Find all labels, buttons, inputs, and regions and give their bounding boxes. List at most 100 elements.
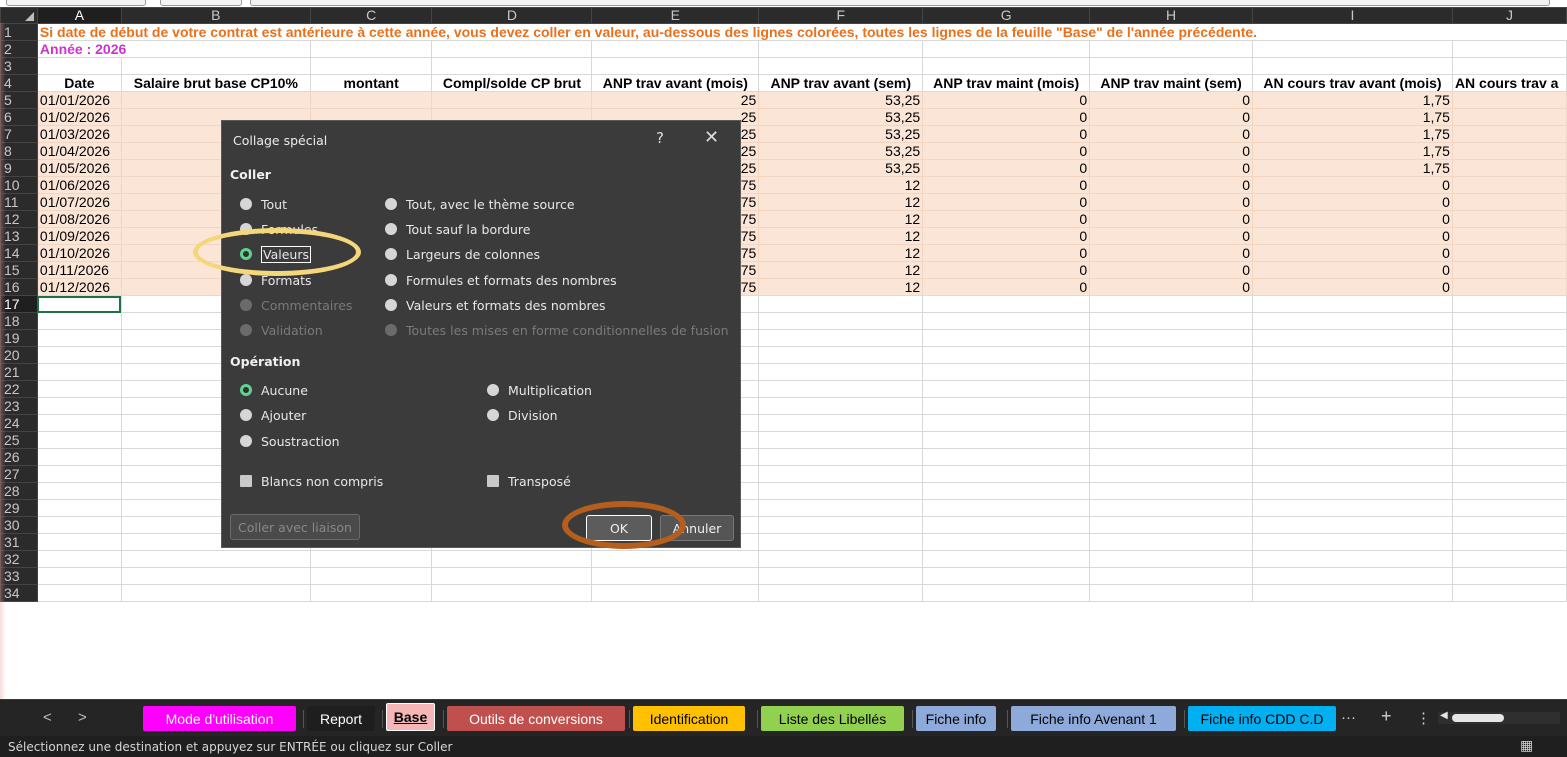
an-cours-avant-mois-cell[interactable]: 0 bbox=[1252, 261, 1453, 279]
cell[interactable] bbox=[309, 91, 433, 109]
tab-options-icon[interactable]: ⋮ bbox=[1416, 709, 1431, 727]
cell[interactable] bbox=[1252, 550, 1453, 568]
column-header-b[interactable]: B bbox=[120, 7, 311, 24]
header-cell-anp-avant-sem[interactable]: ANP trav avant (sem) bbox=[758, 74, 924, 92]
an-cours-avant-mois-cell[interactable]: 0 bbox=[1252, 278, 1453, 296]
cell[interactable] bbox=[922, 380, 1091, 398]
cell[interactable] bbox=[309, 550, 433, 568]
cell[interactable] bbox=[1451, 499, 1567, 517]
anp-maint-sem-cell[interactable]: 0 bbox=[1089, 210, 1254, 228]
cell[interactable] bbox=[36, 499, 122, 517]
row-header[interactable]: 31 bbox=[0, 533, 38, 551]
cell[interactable] bbox=[431, 550, 593, 568]
cell[interactable] bbox=[1089, 465, 1254, 483]
cell[interactable] bbox=[758, 329, 924, 347]
cell[interactable] bbox=[36, 57, 122, 75]
cell[interactable] bbox=[1451, 91, 1567, 109]
cell[interactable] bbox=[758, 567, 924, 585]
sheet-tab-4[interactable]: Outils de conversions bbox=[447, 706, 625, 731]
cell[interactable] bbox=[922, 567, 1091, 585]
cell[interactable] bbox=[431, 584, 593, 602]
cell[interactable] bbox=[431, 57, 593, 75]
ribbon-control[interactable] bbox=[6, 0, 146, 6]
anp-avant-sem-cell[interactable]: 53,25 bbox=[758, 108, 924, 126]
cancel-button[interactable]: Annuler bbox=[660, 515, 734, 541]
scroll-left-icon[interactable]: ◀ bbox=[1440, 710, 1448, 721]
row-header[interactable]: 29 bbox=[0, 499, 38, 517]
cell[interactable] bbox=[1451, 210, 1567, 228]
row-header[interactable]: 13 bbox=[0, 227, 38, 245]
cell[interactable] bbox=[1089, 482, 1254, 500]
cell[interactable] bbox=[120, 567, 311, 585]
row-header[interactable]: 34 bbox=[0, 584, 38, 602]
cell[interactable] bbox=[120, 57, 311, 75]
date-cell[interactable]: 01/04/2026 bbox=[36, 142, 122, 160]
cell[interactable] bbox=[758, 346, 924, 364]
cell[interactable] bbox=[36, 363, 122, 381]
cell[interactable] bbox=[922, 312, 1091, 330]
row-header[interactable]: 28 bbox=[0, 482, 38, 500]
cell[interactable] bbox=[922, 397, 1091, 415]
cell[interactable] bbox=[1252, 346, 1453, 364]
cell[interactable] bbox=[1451, 125, 1567, 143]
row-header[interactable]: 21 bbox=[0, 363, 38, 381]
an-cours-avant-mois-cell[interactable]: 1,75 bbox=[1252, 91, 1453, 109]
cell[interactable] bbox=[36, 431, 122, 449]
radio-formats[interactable]: Formats bbox=[240, 271, 312, 289]
cell[interactable] bbox=[120, 550, 311, 568]
cell[interactable] bbox=[758, 295, 924, 313]
anp-avant-sem-cell[interactable]: 12 bbox=[758, 278, 924, 296]
close-icon[interactable]: ✕ bbox=[704, 127, 719, 148]
cell[interactable] bbox=[431, 40, 593, 58]
sheet-tab-2[interactable]: Report bbox=[307, 706, 375, 731]
cell[interactable] bbox=[758, 533, 924, 551]
cell[interactable] bbox=[36, 516, 122, 534]
row-header[interactable]: 25 bbox=[0, 431, 38, 449]
date-cell[interactable]: 01/01/2026 bbox=[36, 91, 122, 109]
anp-maint-mois-cell[interactable]: 0 bbox=[922, 125, 1091, 143]
anp-maint-sem-cell[interactable]: 0 bbox=[1089, 193, 1254, 211]
radio-ajouter[interactable]: Ajouter bbox=[240, 406, 306, 424]
cell[interactable] bbox=[591, 584, 760, 602]
cell[interactable] bbox=[1252, 312, 1453, 330]
cell[interactable] bbox=[1252, 465, 1453, 483]
cell[interactable] bbox=[1089, 380, 1254, 398]
cell[interactable] bbox=[1252, 431, 1453, 449]
row-header[interactable]: 8 bbox=[0, 142, 38, 160]
row-header[interactable]: 12 bbox=[0, 210, 38, 228]
cell[interactable] bbox=[1451, 193, 1567, 211]
cell[interactable] bbox=[591, 57, 760, 75]
cell[interactable] bbox=[1451, 397, 1567, 415]
radio-largeurs-colonnes[interactable]: Largeurs de colonnes bbox=[385, 245, 540, 263]
cell[interactable] bbox=[1451, 244, 1567, 262]
date-cell[interactable]: 01/07/2026 bbox=[36, 193, 122, 211]
anp-maint-mois-cell[interactable]: 0 bbox=[922, 244, 1091, 262]
cell[interactable] bbox=[1089, 329, 1254, 347]
cell[interactable] bbox=[36, 414, 122, 432]
date-cell[interactable]: 01/12/2026 bbox=[36, 278, 122, 296]
cell[interactable] bbox=[1089, 584, 1254, 602]
radio-formules-formats-nombres[interactable]: Formules et formats des nombres bbox=[385, 271, 617, 289]
anp-avant-sem-cell[interactable]: 12 bbox=[758, 261, 924, 279]
sheet-tab-6[interactable]: Liste des Libellés bbox=[761, 706, 904, 731]
date-cell[interactable]: 01/06/2026 bbox=[36, 176, 122, 194]
header-cell-montant[interactable]: montant bbox=[309, 74, 433, 92]
instruction-banner[interactable]: Si date de début de votre contrat est an… bbox=[36, 23, 1567, 41]
date-cell[interactable]: 01/05/2026 bbox=[36, 159, 122, 177]
cell[interactable] bbox=[1252, 363, 1453, 381]
cell[interactable] bbox=[758, 414, 924, 432]
anp-maint-mois-cell[interactable]: 0 bbox=[922, 159, 1091, 177]
an-cours-avant-mois-cell[interactable]: 1,75 bbox=[1252, 142, 1453, 160]
column-header-f[interactable]: F bbox=[758, 7, 924, 24]
anp-maint-sem-cell[interactable]: 0 bbox=[1089, 142, 1254, 160]
anp-avant-sem-cell[interactable]: 53,25 bbox=[758, 159, 924, 177]
header-cell-salaire[interactable]: Salaire brut base CP10% bbox=[120, 74, 311, 92]
cell[interactable] bbox=[1089, 295, 1254, 313]
cell[interactable] bbox=[1252, 397, 1453, 415]
active-cell[interactable] bbox=[36, 295, 122, 313]
anp-maint-sem-cell[interactable]: 0 bbox=[1089, 261, 1254, 279]
sheet-tab-1[interactable]: Mode d'utilisation bbox=[143, 706, 296, 731]
cell[interactable] bbox=[36, 346, 122, 364]
cell[interactable] bbox=[758, 380, 924, 398]
cell[interactable] bbox=[758, 40, 924, 58]
